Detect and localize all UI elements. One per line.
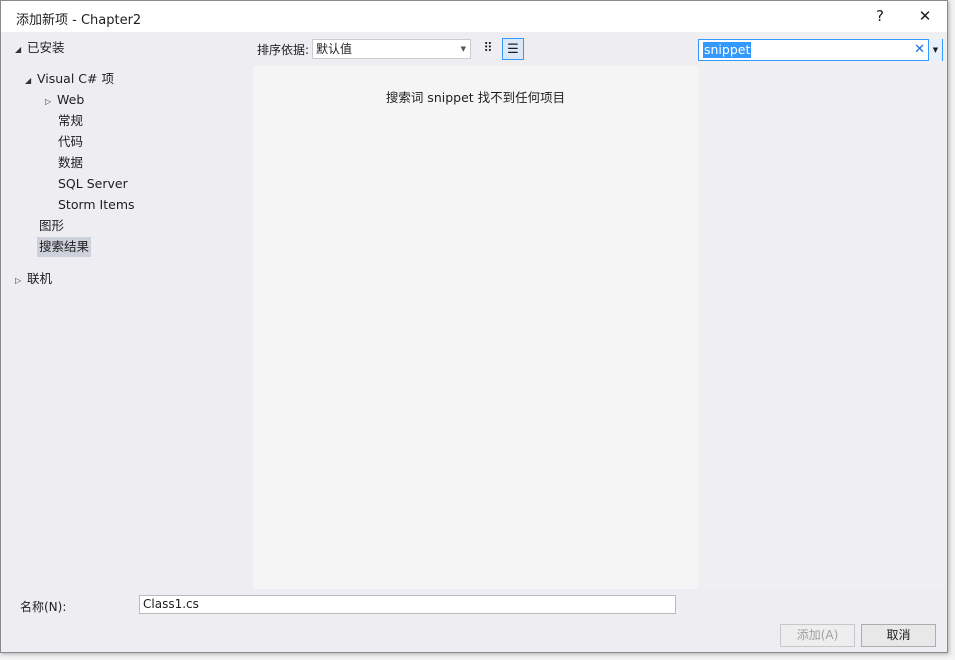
details-panel: snippet ✕ ▼	[698, 32, 947, 589]
no-results-message: 搜索词 snippet 找不到任何项目	[385, 90, 566, 105]
expanded-arrow-icon[interactable]: ◢	[25, 71, 37, 91]
sort-dropdown[interactable]: 默认值 ▼	[312, 39, 471, 59]
search-input[interactable]: snippet ✕ ▼	[698, 39, 943, 61]
tree-web[interactable]: ▷ Web	[45, 90, 84, 110]
toolbar: 排序依据: 默认值 ▼ ⠿ ☰	[253, 32, 698, 66]
cancel-button[interactable]: 取消	[861, 624, 936, 647]
name-input[interactable]: Class1.cs	[139, 595, 676, 614]
clear-search-icon[interactable]: ✕	[914, 42, 925, 57]
list-view-icon[interactable]: ☰	[502, 38, 524, 60]
tree-label: Web	[57, 92, 85, 107]
sort-value: 默认值	[316, 42, 353, 56]
name-label: 名称(N):	[20, 600, 67, 614]
window-title: 添加新项 - Chapter2	[16, 13, 142, 28]
tree-label: Visual C# 项	[37, 71, 114, 86]
sort-label: 排序依据:	[257, 43, 310, 57]
tree-general[interactable]: 常规	[58, 111, 83, 131]
tree-graphics[interactable]: 图形	[39, 216, 64, 236]
search-dropdown-icon[interactable]: ▼	[928, 39, 942, 61]
tree-installed[interactable]: ◢ 已安装	[15, 38, 65, 58]
tree-online[interactable]: ▷ 联机	[15, 269, 52, 289]
items-panel: 搜索词 snippet 找不到任何项目	[253, 66, 698, 589]
category-tree: ◢ 已安装 ◢ Visual C# 项 ▷ Web 常规 代码 数据 SQL Serv…	[9, 32, 253, 589]
search-value: snippet	[703, 42, 752, 58]
grid-view-icon[interactable]: ⠿	[477, 38, 499, 60]
tree-sql-server[interactable]: SQL Server	[58, 174, 128, 194]
tree-search-results[interactable]: 搜索结果	[37, 237, 92, 257]
title-bar: 添加新项 - Chapter2 ? ✕	[1, 1, 947, 32]
tree-storm-items[interactable]: Storm Items	[58, 195, 135, 215]
help-button[interactable]: ?	[865, 5, 895, 27]
add-button[interactable]: 添加(A)	[780, 624, 855, 647]
tree-data[interactable]: 数据	[58, 153, 83, 173]
tree-label: 已安装	[27, 40, 65, 55]
tree-label: 联机	[27, 271, 53, 286]
add-new-item-dialog: 添加新项 - Chapter2 ? ✕ ◢ 已安装 ◢ Visual C# 项 ▷ W…	[0, 0, 948, 653]
chevron-down-icon: ▼	[460, 45, 466, 53]
tree-visual-cs[interactable]: ◢ Visual C# 项	[25, 69, 114, 89]
collapsed-arrow-icon[interactable]: ▷	[15, 271, 27, 291]
tree-code[interactable]: 代码	[58, 132, 83, 152]
expanded-arrow-icon[interactable]: ◢	[15, 40, 27, 60]
close-button[interactable]: ✕	[910, 5, 940, 27]
collapsed-arrow-icon[interactable]: ▷	[45, 92, 57, 112]
